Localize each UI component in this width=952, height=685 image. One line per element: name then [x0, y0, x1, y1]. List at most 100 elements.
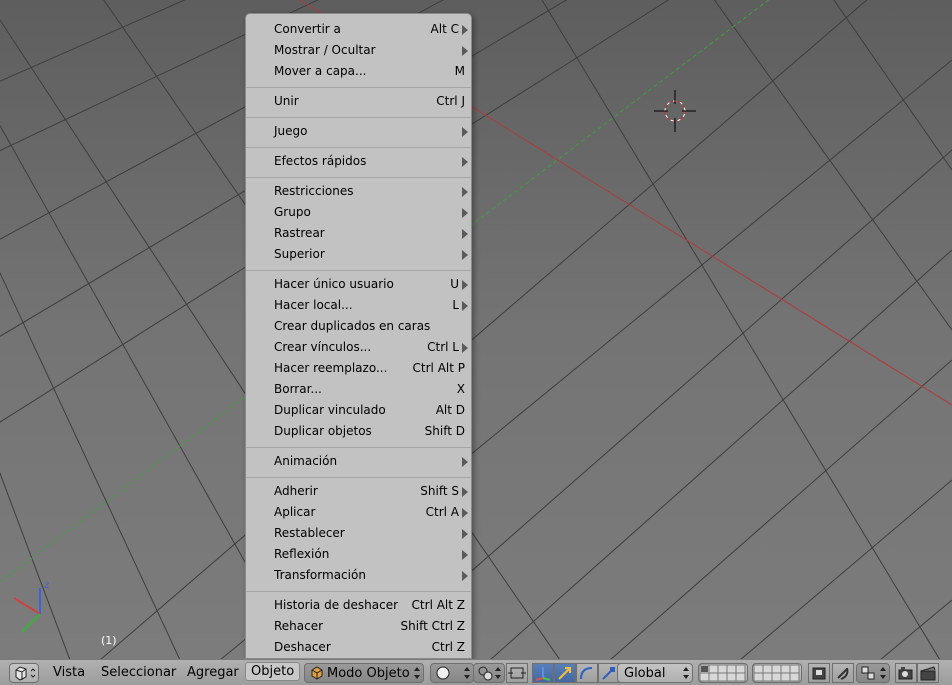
manipulator-axes-icon: [535, 667, 551, 681]
menu-item-label: Animación: [274, 454, 338, 468]
menu-item-label: Adherir: [274, 484, 318, 498]
proportional-edit-button[interactable]: [832, 663, 854, 683]
menu-item-shortcut: L: [452, 298, 459, 312]
mode-label: Modo Objeto: [327, 666, 410, 681]
menu-objeto[interactable]: Objeto: [245, 662, 301, 681]
menu-item-shortcut: Ctrl Z: [431, 640, 465, 654]
menu-item-shortcut: Alt C: [430, 22, 459, 36]
menu-vista[interactable]: Vista: [53, 665, 85, 680]
menu-item-label: Convertir a: [274, 22, 341, 36]
viewport-header: Vista Seleccionar Agregar Objeto Modo Ob…: [0, 659, 952, 685]
magnet-icon: [837, 667, 849, 680]
menu-item-hacer-unico-usuario[interactable]: Hacer único usuario U: [246, 274, 473, 295]
viewport-shading-dropdown[interactable]: [430, 663, 474, 683]
scale-icon: [602, 667, 615, 680]
menu-item-efectos-rapidos[interactable]: Efectos rápidos: [246, 151, 473, 172]
updown-icon: [495, 667, 501, 679]
menu-item-label: Duplicar vinculado: [274, 403, 386, 417]
menu-seleccionar[interactable]: Seleccionar: [101, 665, 176, 680]
menu-item-hacer-reemplazo[interactable]: Hacer reemplazo... Ctrl Alt P: [246, 358, 473, 379]
menu-item-restablecer[interactable]: Restablecer: [246, 523, 473, 544]
menu-separator: [246, 177, 471, 178]
translate-manipulator-button[interactable]: [554, 663, 576, 683]
pivot-point-dropdown[interactable]: [473, 663, 505, 683]
3d-viewport[interactable]: z (1): [0, 0, 952, 659]
menu-item-label: Mostrar / Ocultar: [274, 43, 376, 57]
menu-item-superior[interactable]: Superior: [246, 244, 473, 265]
menu-item-label: Transformación: [274, 568, 366, 582]
menu-separator: [246, 447, 471, 448]
menu-item-animacion[interactable]: Animación: [246, 451, 473, 472]
menu-item-label: Restablecer: [274, 526, 345, 540]
menu-item-shortcut: Shift S: [420, 484, 459, 498]
layers-group-2[interactable]: [752, 663, 802, 683]
menu-item-mostrar-ocultar[interactable]: Mostrar / Ocultar: [246, 40, 473, 61]
manipulate-center-points-button[interactable]: [506, 663, 528, 683]
render-animation-button[interactable]: [917, 663, 939, 683]
menu-item-shortcut: Ctrl Alt P: [412, 361, 465, 375]
rotate-arc-icon: [580, 667, 593, 680]
menu-item-historia-de-deshacer[interactable]: Historia de deshacer Ctrl Alt Z: [246, 595, 473, 616]
rotate-manipulator-button[interactable]: [576, 663, 598, 683]
submenu-arrow-icon: [462, 457, 468, 467]
submenu-arrow-icon: [462, 301, 468, 311]
menu-item-convertir-a[interactable]: Convertir a Alt C: [246, 19, 473, 40]
lock-camera-button[interactable]: [808, 663, 830, 683]
menu-item-label: Hacer único usuario: [274, 277, 394, 291]
clapperboard-icon: [920, 666, 936, 681]
menu-item-aplicar[interactable]: Aplicar Ctrl A: [246, 502, 473, 523]
menu-item-reflexion[interactable]: Reflexión: [246, 544, 473, 565]
pivot-icon: [478, 666, 493, 681]
layers-group-1[interactable]: [698, 663, 748, 683]
menu-item-deshacer[interactable]: Deshacer Ctrl Z: [246, 637, 473, 658]
object-menu-dropdown: Convertir a Alt C Mostrar / Ocultar Mover a…: [245, 13, 472, 659]
menu-item-label: Reflexión: [274, 547, 330, 561]
menu-item-label: Grupo: [274, 205, 311, 219]
camera-icon: [898, 667, 913, 680]
menu-item-grupo[interactable]: Grupo: [246, 202, 473, 223]
menu-item-transformacion[interactable]: Transformación: [246, 565, 473, 586]
menu-item-rehacer[interactable]: Rehacer Shift Ctrl Z: [246, 616, 473, 637]
menu-item-rastrear[interactable]: Rastrear: [246, 223, 473, 244]
submenu-arrow-icon: [462, 46, 468, 56]
menu-item-duplicar-objetos[interactable]: Duplicar objetos Shift D: [246, 421, 473, 442]
menu-item-hacer-local[interactable]: Hacer local... L: [246, 295, 473, 316]
menu-item-label: Crear vínculos...: [274, 340, 372, 354]
menu-item-label: Juego: [274, 124, 308, 138]
layer-grid-icon: [699, 664, 746, 682]
submenu-arrow-icon: [462, 250, 468, 260]
snap-element-dropdown[interactable]: [856, 663, 890, 683]
updown-icon: [414, 667, 420, 679]
menu-item-crear-duplicados-en-caras[interactable]: Crear duplicados en caras: [246, 316, 473, 337]
menu-item-duplicar-vinculado[interactable]: Duplicar vinculado Alt D: [246, 400, 473, 421]
transform-manipulator-toggle[interactable]: [532, 663, 554, 683]
editor-type-button[interactable]: [9, 663, 39, 683]
menu-item-shortcut: M: [454, 64, 465, 78]
orientation-dropdown[interactable]: Global: [617, 663, 693, 683]
menu-item-adherir[interactable]: Adherir Shift S: [246, 481, 473, 502]
menu-separator: [246, 270, 471, 271]
menu-item-shortcut: U: [450, 277, 459, 291]
menu-item-borrar[interactable]: Borrar... X: [246, 379, 473, 400]
menu-item-restricciones[interactable]: Restricciones: [246, 181, 473, 202]
layer-grid-icon: [753, 664, 800, 682]
menu-item-crear-vinculos[interactable]: Crear vínculos... Ctrl L: [246, 337, 473, 358]
submenu-arrow-icon: [462, 187, 468, 197]
menu-separator: [246, 477, 471, 478]
menu-item-shortcut: Shift Ctrl Z: [400, 619, 465, 633]
viewport-canvas[interactable]: z: [0, 0, 952, 659]
object-cube-icon: [311, 666, 323, 680]
submenu-arrow-icon: [462, 25, 468, 35]
orientation-label: Global: [624, 666, 666, 681]
updown-icon: [880, 667, 886, 679]
menu-item-label: Crear duplicados en caras: [274, 319, 431, 333]
menu-item-unir[interactable]: Unir Ctrl J: [246, 91, 473, 112]
menu-agregar[interactable]: Agregar: [187, 665, 239, 680]
render-button[interactable]: [895, 663, 917, 683]
submenu-arrow-icon: [462, 487, 468, 497]
menu-item-juego[interactable]: Juego: [246, 121, 473, 142]
mode-dropdown[interactable]: Modo Objeto: [304, 663, 424, 683]
menu-item-mover-a-capa[interactable]: Mover a capa... M: [246, 61, 473, 82]
menu-item-shortcut: Ctrl L: [427, 340, 459, 354]
menu-item-label: Hacer local...: [274, 298, 353, 312]
